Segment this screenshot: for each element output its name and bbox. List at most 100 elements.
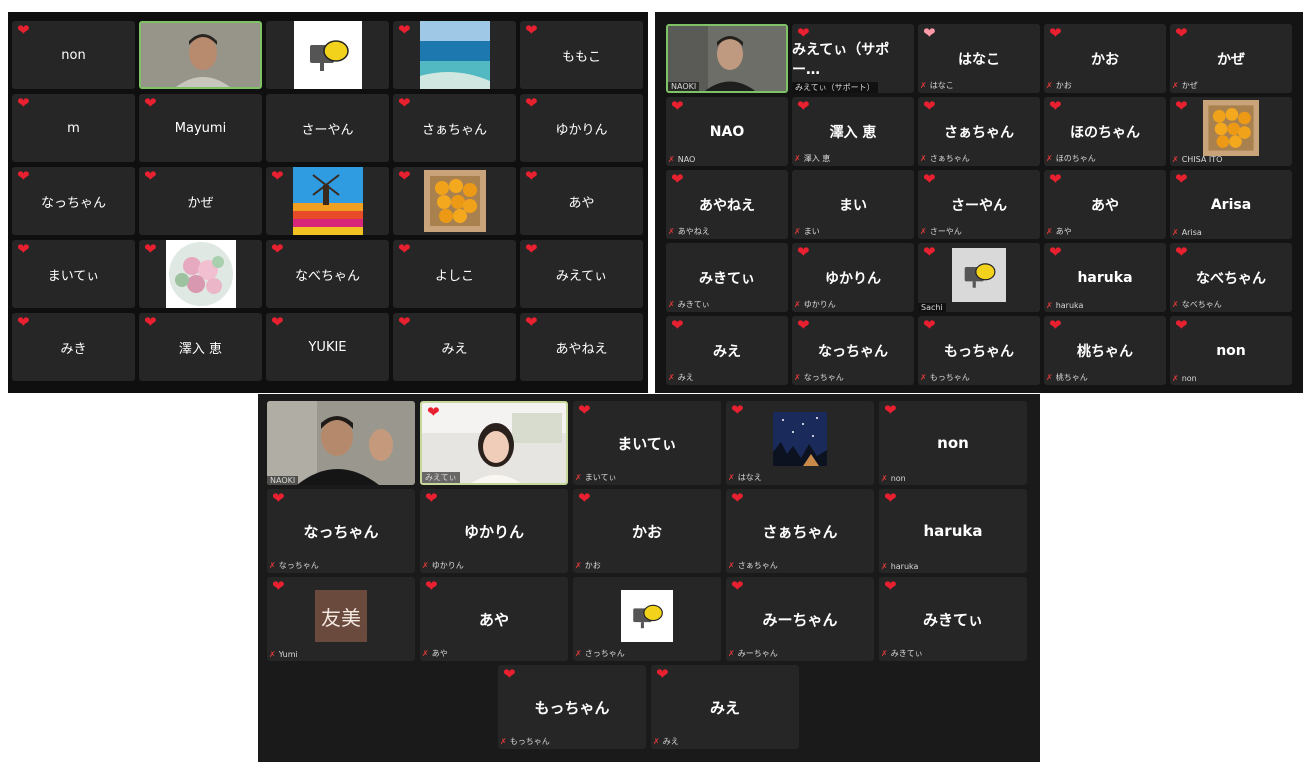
participant-tile[interactable]: ❤ <box>393 21 516 89</box>
participant-tile[interactable]: ❤ 友美 ✗ Yumi <box>267 577 415 661</box>
muted-mic-icon: ✗ <box>920 154 927 163</box>
participant-tile[interactable]: ✗ さっちゃん <box>573 577 721 661</box>
participant-tile[interactable]: ❤ ✗ CHISA ITO <box>1170 97 1292 166</box>
label-text: はなえ <box>737 473 762 482</box>
oranges-box-image <box>1203 100 1259 157</box>
tulip-field-image <box>292 167 363 235</box>
participant-grid-last-row: ❤ もっちゃん ✗ もっちゃん ❤ みえ ✗ みえ <box>498 665 799 749</box>
participant-tile[interactable]: ❤ haruka ✗ haruka <box>1044 243 1166 312</box>
participant-tile[interactable]: ❤ もっちゃん ✗ もっちゃん <box>918 316 1040 385</box>
participant-tile[interactable]: ❤ かお ✗ かお <box>573 489 721 573</box>
participant-tile[interactable]: ❤ m <box>12 94 135 162</box>
participant-video-tile[interactable]: NAOKI <box>666 24 788 93</box>
participant-label: ✗ NAO <box>668 155 695 164</box>
label-text: haruka <box>890 562 919 571</box>
participant-tile[interactable]: ❤ non ✗ non <box>879 401 1027 485</box>
participant-tile[interactable]: ❤ まいてぃ <box>12 240 135 308</box>
participant-tile[interactable]: ❤ non ✗ non <box>1170 316 1292 385</box>
participant-tile[interactable]: ❤ <box>393 167 516 235</box>
participant-tile[interactable]: ❤ Arisa ✗ Arisa <box>1170 170 1292 239</box>
participant-tile[interactable]: ❤ かぜ ✗ かぜ <box>1170 24 1292 93</box>
participant-tile[interactable]: ❤ さぁちゃん ✗ さぁちゃん <box>918 97 1040 166</box>
label-text: みきてぃ <box>890 649 923 658</box>
participant-tile[interactable]: ❤ みきてぃ ✗ みきてぃ <box>879 577 1027 661</box>
participant-video-tile[interactable]: NAOKI <box>267 401 415 485</box>
label-text: non <box>890 474 906 483</box>
participant-tile[interactable]: ❤ NAO ✗ NAO <box>666 97 788 166</box>
participant-tile[interactable]: ❤ みえてぃ（サポー… みえてぃ（サポート） <box>792 24 914 93</box>
participant-tile[interactable]: ❤ よしこ <box>393 240 516 308</box>
participant-tile[interactable]: ❤ あやねえ ✗ あやねえ <box>666 170 788 239</box>
label-text: なっちゃん <box>803 373 844 382</box>
participant-label: ✗ ほのちゃん <box>1046 153 1096 164</box>
participant-label: みえてぃ（サポート） <box>792 82 878 93</box>
participant-label: ✗ あや <box>1046 226 1072 237</box>
participant-label: ✗ 澤入 恵 <box>794 153 830 164</box>
participant-tile[interactable]: ❤ みえてぃ <box>520 240 643 308</box>
participant-tile[interactable]: ❤ みえ <box>393 313 516 381</box>
participant-tile[interactable]: ❤ 澤入 恵 ✗ 澤入 恵 <box>792 97 914 166</box>
participant-tile[interactable]: ❤ non <box>12 21 135 89</box>
participant-tile[interactable] <box>266 21 389 89</box>
participant-tile[interactable]: ❤ なべちゃん ✗ なべちゃん <box>1170 243 1292 312</box>
participant-label: ✗ CHISA ITO <box>1172 155 1222 164</box>
participant-tile[interactable]: ❤ なっちゃん ✗ なっちゃん <box>792 316 914 385</box>
participant-tile[interactable]: ❤ ゆかりん <box>520 94 643 162</box>
participant-tile[interactable]: ❤ みえ ✗ みえ <box>666 316 788 385</box>
participant-tile[interactable]: ❤ あや ✗ あや <box>420 577 568 661</box>
participant-tile[interactable]: ❤ なっちゃん ✗ なっちゃん <box>267 489 415 573</box>
participant-label: ✗ はなこ <box>920 80 954 91</box>
participant-tile[interactable]: ❤ みえ ✗ みえ <box>651 665 799 749</box>
label-text: まい <box>803 227 820 236</box>
label-text: かぜ <box>1181 81 1198 90</box>
participant-label: ✗ かお <box>575 560 601 571</box>
participant-tile[interactable]: ❤ YUKIE <box>266 313 389 381</box>
muted-mic-icon: ✗ <box>881 562 888 571</box>
participant-name: よしこ <box>434 268 474 284</box>
participant-tile[interactable]: ❤ かぜ <box>139 167 262 235</box>
participant-tile[interactable]: ❤ あやねえ <box>520 313 643 381</box>
participant-tile[interactable]: ❤ さーやん ✗ さーやん <box>918 170 1040 239</box>
participant-tile[interactable]: ❤ まいてぃ ✗ まいてぃ <box>573 401 721 485</box>
participant-tile[interactable]: ❤ ももこ <box>520 21 643 89</box>
heart-icon: ❤ <box>1175 97 1188 115</box>
muted-mic-icon: ✗ <box>575 561 582 570</box>
participant-tile[interactable]: ❤ Sachi <box>918 243 1040 312</box>
participant-tile[interactable]: ❤ Mayumi <box>139 94 262 162</box>
participant-tile[interactable]: ❤ 桃ちゃん ✗ 桃ちゃん <box>1044 316 1166 385</box>
participant-tile[interactable]: ❤ あや ✗ あや <box>1044 170 1166 239</box>
participant-tile[interactable]: ❤ ゆかりん ✗ ゆかりん <box>792 243 914 312</box>
participant-tile[interactable]: ❤ 澤入 恵 <box>139 313 262 381</box>
participant-video-tile[interactable]: ❤ みえてぃ <box>420 401 568 485</box>
participant-tile[interactable]: ❤ ゆかりん ✗ ゆかりん <box>420 489 568 573</box>
label-text: さぁちゃん <box>929 154 970 163</box>
muted-mic-icon: ✗ <box>1172 155 1179 164</box>
participant-tile[interactable]: ❤ かお ✗ かお <box>1044 24 1166 93</box>
participant-tile[interactable]: ❤ なべちゃん <box>266 240 389 308</box>
participant-tile[interactable]: ❤ みーちゃん ✗ みーちゃん <box>726 577 874 661</box>
muted-mic-icon: ✗ <box>668 373 675 382</box>
participant-name: みえ <box>441 341 468 357</box>
participant-label: ✗ ゆかりん <box>422 560 464 571</box>
participant-tile[interactable]: ❤ さぁちゃん ✗ さぁちゃん <box>726 489 874 573</box>
participant-tile[interactable]: さーやん <box>266 94 389 162</box>
participant-video-tile[interactable] <box>139 21 262 89</box>
participant-label: ✗ non <box>1172 374 1197 383</box>
participant-label: ✗ みきてぃ <box>668 299 710 310</box>
participant-name: みえてぃ <box>555 268 608 284</box>
participant-tile[interactable]: ❤ なっちゃん <box>12 167 135 235</box>
participant-tile[interactable]: ❤ ✗ はなえ <box>726 401 874 485</box>
participant-tile[interactable]: みきてぃ ✗ みきてぃ <box>666 243 788 312</box>
participant-tile[interactable]: ❤ はなこ ✗ はなこ <box>918 24 1040 93</box>
participant-grid: NAOKI ❤ みえてぃ ❤ まいてぃ ✗ まいてぃ ❤ ✗ はなえ ❤ non… <box>267 401 1027 661</box>
participant-tile[interactable]: ❤ もっちゃん ✗ もっちゃん <box>498 665 646 749</box>
participant-tile[interactable]: ❤ ほのちゃん ✗ ほのちゃん <box>1044 97 1166 166</box>
participant-tile[interactable]: ❤ <box>266 167 389 235</box>
participant-tile[interactable]: ❤ さぁちゃん <box>393 94 516 162</box>
gallery-panel-1: ❤ non ❤ ❤ ももこ ❤ m ❤ Mayumi さーやん ❤ さぁちゃん … <box>8 12 648 393</box>
participant-tile[interactable]: ❤ みき <box>12 313 135 381</box>
participant-tile[interactable]: ❤ <box>139 240 262 308</box>
participant-tile[interactable]: まい ✗ まい <box>792 170 914 239</box>
participant-tile[interactable]: ❤ haruka ✗ haruka <box>879 489 1027 573</box>
participant-tile[interactable]: ❤ あや <box>520 167 643 235</box>
